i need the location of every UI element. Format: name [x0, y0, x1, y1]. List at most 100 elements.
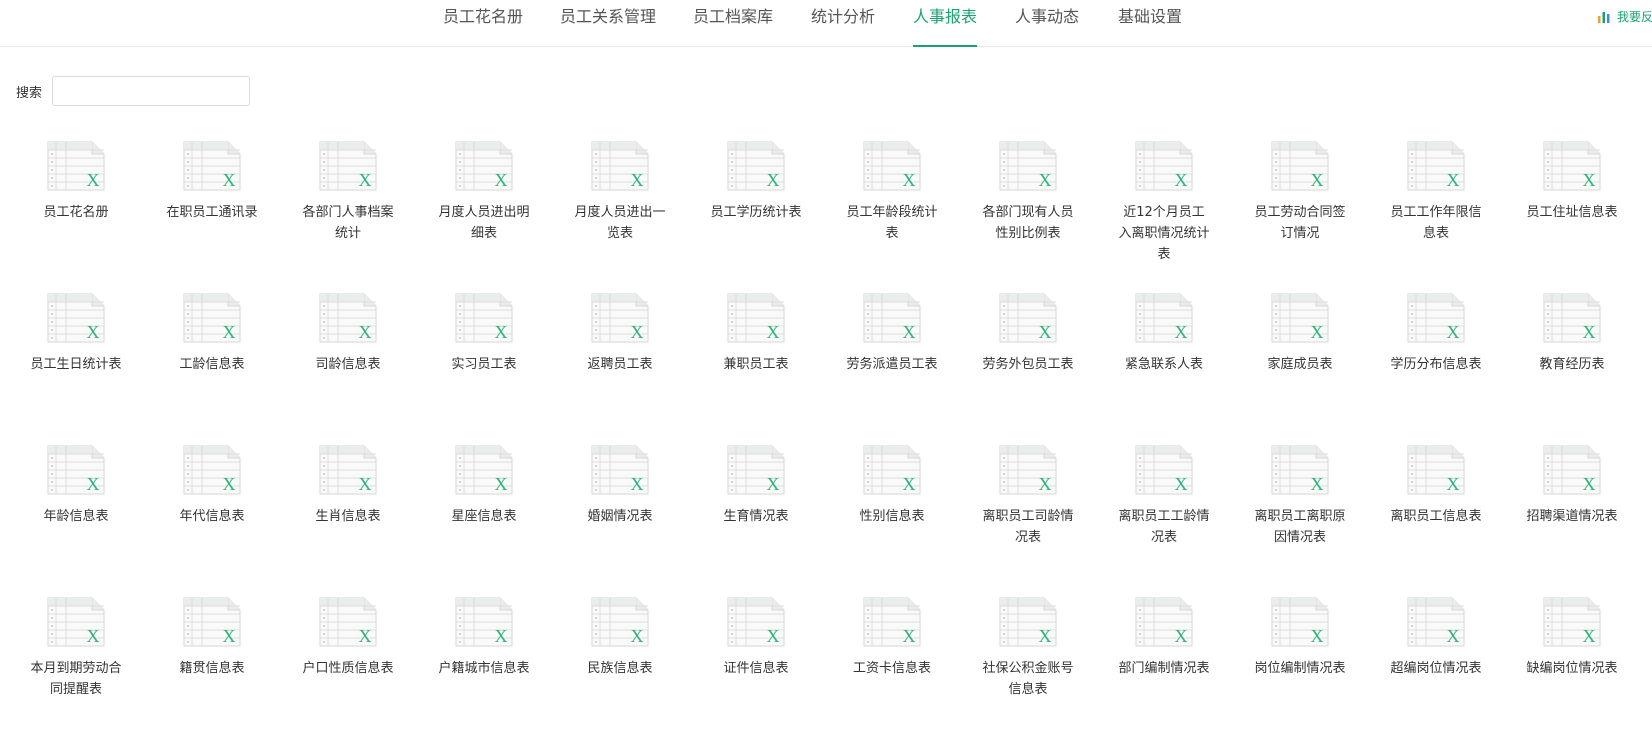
svg-text:X: X [767, 322, 780, 342]
svg-text:X: X [495, 626, 508, 646]
excel-file-icon: X [1271, 293, 1329, 343]
report-item[interactable]: X 部门编制情况表 [1096, 596, 1232, 748]
report-item[interactable]: X 离职员工信息表 [1368, 444, 1504, 596]
excel-file-icon: X [319, 293, 377, 343]
excel-file-icon: X [591, 597, 649, 647]
report-item[interactable]: X 离职员工司龄情况表 [960, 444, 1096, 596]
report-item[interactable]: X 员工年龄段统计表 [824, 140, 960, 292]
excel-file-icon: X [863, 293, 921, 343]
svg-text:X: X [631, 322, 644, 342]
report-label: 离职员工司龄情况表 [982, 509, 1074, 545]
report-item[interactable]: X 年代信息表 [144, 444, 280, 596]
excel-file-icon: X [1407, 445, 1465, 495]
report-item[interactable]: X 月度人员进出一览表 [552, 140, 688, 292]
report-item[interactable]: X 民族信息表 [552, 596, 688, 748]
report-item[interactable]: X 劳务派遣员工表 [824, 292, 960, 444]
svg-text:X: X [1039, 626, 1052, 646]
report-item[interactable]: X 籍贯信息表 [144, 596, 280, 748]
report-item[interactable]: X 户口性质信息表 [280, 596, 416, 748]
svg-text:X: X [1311, 322, 1324, 342]
report-item[interactable]: X 招聘渠道情况表 [1504, 444, 1640, 596]
report-label: 学历分布信息表 [1390, 357, 1482, 372]
report-item[interactable]: X 司龄信息表 [280, 292, 416, 444]
excel-file-icon: X [47, 445, 105, 495]
svg-text:X: X [1175, 474, 1188, 494]
svg-text:X: X [903, 170, 916, 190]
svg-text:X: X [631, 474, 644, 494]
report-item[interactable]: X 近12个月员工入离职情况统计表 [1096, 140, 1232, 292]
report-item[interactable]: X 劳务外包员工表 [960, 292, 1096, 444]
report-item[interactable]: X 员工住址信息表 [1504, 140, 1640, 292]
report-item[interactable]: X 员工生日统计表 [8, 292, 144, 444]
excel-file-icon: X [455, 293, 513, 343]
svg-text:X: X [903, 474, 916, 494]
report-label: 岗位编制情况表 [1254, 661, 1346, 676]
feedback-link[interactable]: 我要反馈 [1597, 8, 1652, 25]
report-item[interactable]: X 超编岗位情况表 [1368, 596, 1504, 748]
report-item[interactable]: X 缺编岗位情况表 [1504, 596, 1640, 748]
report-item[interactable]: X 兼职员工表 [688, 292, 824, 444]
svg-text:X: X [1311, 170, 1324, 190]
report-label: 员工住址信息表 [1526, 205, 1618, 220]
report-label: 性别信息表 [859, 509, 925, 524]
report-item[interactable]: X 教育经历表 [1504, 292, 1640, 444]
report-item[interactable]: X 生育情况表 [688, 444, 824, 596]
svg-text:X: X [1311, 474, 1324, 494]
excel-file-icon: X [183, 597, 241, 647]
excel-file-icon: X [183, 141, 241, 191]
report-item[interactable]: X 年龄信息表 [8, 444, 144, 596]
svg-text:X: X [1583, 170, 1596, 190]
report-item[interactable]: X 生肖信息表 [280, 444, 416, 596]
report-item[interactable]: X 员工花名册 [8, 140, 144, 292]
search-input[interactable] [52, 76, 251, 106]
report-item[interactable]: X 婚姻情况表 [552, 444, 688, 596]
excel-file-icon: X [591, 141, 649, 191]
excel-file-icon: X [1271, 597, 1329, 647]
excel-file-icon: X [319, 141, 377, 191]
report-item[interactable]: X 员工工作年限信息表 [1368, 140, 1504, 292]
report-item[interactable]: X 岗位编制情况表 [1232, 596, 1368, 748]
report-item[interactable]: X 在职员工通讯录 [144, 140, 280, 292]
report-item[interactable]: X 离职员工离职原因情况表 [1232, 444, 1368, 596]
feedback-area: 我要反馈 [0, 0, 1652, 46]
svg-text:X: X [495, 322, 508, 342]
svg-text:X: X [1583, 474, 1596, 494]
search-bar: 搜索 [16, 76, 251, 106]
report-label: 缺编岗位情况表 [1526, 661, 1618, 676]
excel-file-icon: X [999, 141, 1057, 191]
report-item[interactable]: X 证件信息表 [688, 596, 824, 748]
excel-file-icon: X [727, 141, 785, 191]
report-item[interactable]: X 学历分布信息表 [1368, 292, 1504, 444]
svg-text:X: X [1311, 626, 1324, 646]
excel-file-icon: X [1407, 141, 1465, 191]
report-item[interactable]: X 户籍城市信息表 [416, 596, 552, 748]
report-item[interactable]: X 离职员工工龄情况表 [1096, 444, 1232, 596]
excel-file-icon: X [591, 445, 649, 495]
report-item[interactable]: X 工资卡信息表 [824, 596, 960, 748]
report-item[interactable]: X 各部门人事档案统计 [280, 140, 416, 292]
report-item[interactable]: X 性别信息表 [824, 444, 960, 596]
svg-text:X: X [1447, 170, 1460, 190]
report-label: 离职员工工龄情况表 [1118, 509, 1210, 545]
svg-text:X: X [87, 626, 100, 646]
report-item[interactable]: X 紧急联系人表 [1096, 292, 1232, 444]
excel-file-icon: X [999, 445, 1057, 495]
report-item[interactable]: X 家庭成员表 [1232, 292, 1368, 444]
report-item[interactable]: X 月度人员进出明细表 [416, 140, 552, 292]
report-item[interactable]: X 工龄信息表 [144, 292, 280, 444]
report-item[interactable]: X 本月到期劳动合同提醒表 [8, 596, 144, 748]
report-item[interactable]: X 社保公积金账号信息表 [960, 596, 1096, 748]
svg-text:X: X [767, 170, 780, 190]
report-item[interactable]: X 员工学历统计表 [688, 140, 824, 292]
report-label: 紧急联系人表 [1124, 357, 1203, 372]
report-item[interactable]: X 星座信息表 [416, 444, 552, 596]
report-item[interactable]: X 返聘员工表 [552, 292, 688, 444]
report-label: 年龄信息表 [43, 509, 109, 524]
report-label: 家庭成员表 [1267, 357, 1333, 372]
report-item[interactable]: X 实习员工表 [416, 292, 552, 444]
report-label: 教育经历表 [1539, 357, 1605, 372]
report-item[interactable]: X 员工劳动合同签订情况 [1232, 140, 1368, 292]
svg-text:X: X [223, 170, 236, 190]
report-item[interactable]: X 各部门现有人员性别比例表 [960, 140, 1096, 292]
excel-file-icon: X [1135, 293, 1193, 343]
